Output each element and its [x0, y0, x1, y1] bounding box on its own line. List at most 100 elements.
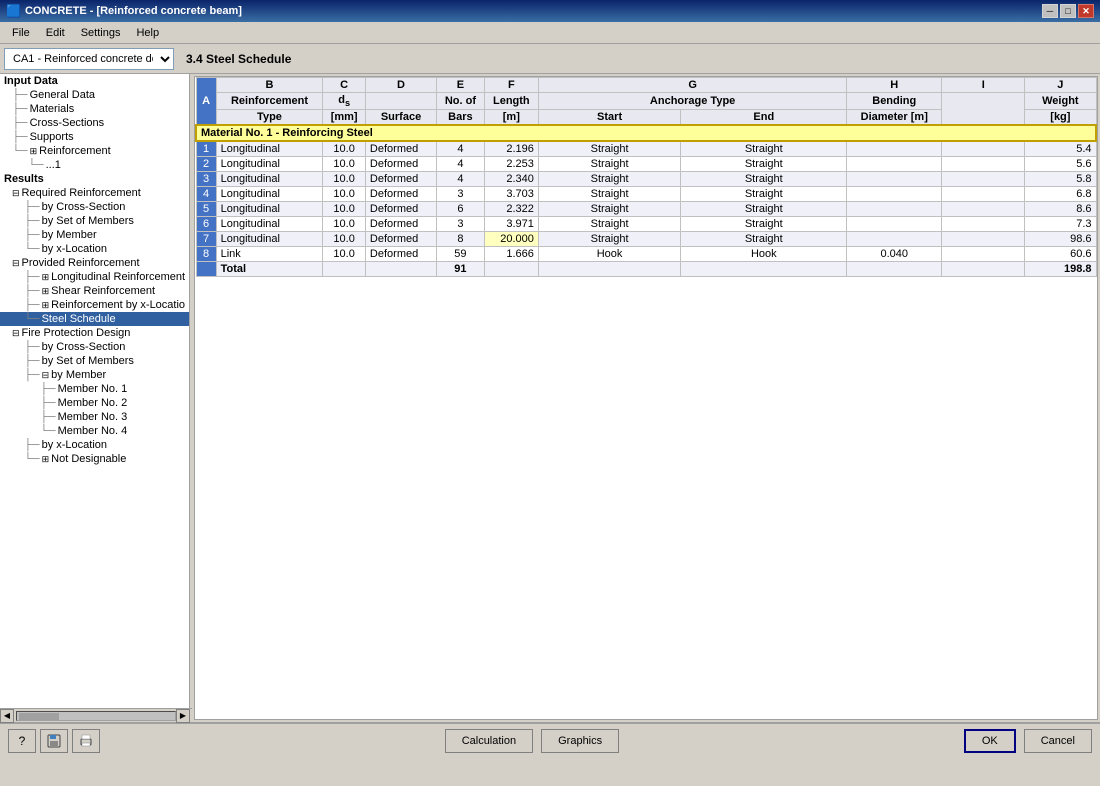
tree-fire-by-member[interactable]: ├─⊟by Member: [0, 368, 189, 382]
tree-member-1[interactable]: ├─Member No. 1: [0, 382, 189, 396]
table-row[interactable]: 8 Link 10.0 Deformed 59 1.666 Hook Hook …: [196, 247, 1096, 262]
row6-end: Straight: [681, 217, 847, 232]
help-btn[interactable]: ?: [8, 729, 36, 753]
menu-edit[interactable]: Edit: [38, 25, 73, 41]
row2-weight: 5.6: [1025, 157, 1096, 172]
row8-weight: 60.6: [1025, 247, 1096, 262]
row5-item: 5: [196, 202, 216, 217]
row8-start: Hook: [538, 247, 680, 262]
menu-file[interactable]: File: [4, 25, 38, 41]
row4-length: 3.703: [484, 187, 538, 202]
scroll-right-btn[interactable]: ▶: [176, 709, 190, 723]
save-btn[interactable]: [40, 729, 68, 753]
case-dropdown[interactable]: CA1 - Reinforced concrete desi...: [4, 48, 174, 70]
col-e-header: E: [437, 78, 485, 93]
row6-type: Longitudinal: [216, 217, 323, 232]
col-h-label: Bending: [847, 93, 942, 110]
ok-btn[interactable]: OK: [964, 729, 1016, 753]
table-row[interactable]: 4 Longitudinal 10.0 Deformed 3 3.703 Str…: [196, 187, 1096, 202]
tree-longitudinal[interactable]: ├─⊞Longitudinal Reinforcement: [0, 270, 189, 284]
row3-end: Straight: [681, 172, 847, 187]
scroll-left-btn[interactable]: ◀: [0, 709, 14, 723]
row8-type: Link: [216, 247, 323, 262]
tree-member-4[interactable]: └─Member No. 4: [0, 424, 189, 438]
tree-fire-by-set-members[interactable]: ├─by Set of Members: [0, 354, 189, 368]
tree-reinf-by-x[interactable]: ├─⊞Reinforcement by x-Locatio: [0, 298, 189, 312]
row8-length: 1.666: [484, 247, 538, 262]
tree-shear[interactable]: ├─⊞Shear Reinforcement: [0, 284, 189, 298]
row1-start: Straight: [538, 141, 680, 157]
save-icon: [47, 734, 61, 748]
row5-bending: [847, 202, 942, 217]
tree-reinforcement-1[interactable]: └─...1: [0, 158, 189, 172]
tree-materials[interactable]: ├─Materials: [0, 102, 189, 116]
menu-settings[interactable]: Settings: [73, 25, 129, 41]
graphics-btn[interactable]: Graphics: [541, 729, 619, 753]
col-f-header: F: [484, 78, 538, 93]
calculation-btn[interactable]: Calculation: [445, 729, 533, 753]
print-btn[interactable]: [72, 729, 100, 753]
tree-req-by-cross-section[interactable]: ├─by Cross-Section: [0, 200, 189, 214]
col-h-sub: Diameter [m]: [847, 110, 942, 126]
row2-bars: 4: [437, 157, 485, 172]
total-h: [847, 262, 942, 277]
col-f-sub: [m]: [484, 110, 538, 126]
row3-bending: [847, 172, 942, 187]
tree-supports[interactable]: ├─Supports: [0, 130, 189, 144]
row4-empty: [942, 187, 1025, 202]
row7-empty: [942, 232, 1025, 247]
row6-item: 6: [196, 217, 216, 232]
table-row[interactable]: 1 Longitudinal 10.0 Deformed 4 2.196 Str…: [196, 141, 1096, 157]
table-row[interactable]: 5 Longitudinal 10.0 Deformed 6 2.322 Str…: [196, 202, 1096, 217]
row4-start: Straight: [538, 187, 680, 202]
row3-surface: Deformed: [365, 172, 436, 187]
row2-length: 2.253: [484, 157, 538, 172]
row3-start: Straight: [538, 172, 680, 187]
tree-fire-by-x[interactable]: ├─by x-Location: [0, 438, 189, 452]
row3-weight: 5.8: [1025, 172, 1096, 187]
table-row[interactable]: 3 Longitudinal 10.0 Deformed 4 2.340 Str…: [196, 172, 1096, 187]
table-row[interactable]: 2 Longitudinal 10.0 Deformed 4 2.253 Str…: [196, 157, 1096, 172]
tree-member-2[interactable]: ├─Member No. 2: [0, 396, 189, 410]
tree-reinforcement[interactable]: └─⊞Reinforcement: [0, 144, 189, 158]
tree-req-by-x-location[interactable]: └─by x-Location: [0, 242, 189, 256]
scroll-thumb[interactable]: [19, 713, 59, 721]
cancel-btn[interactable]: Cancel: [1024, 729, 1092, 753]
row3-type: Longitudinal: [216, 172, 323, 187]
row1-weight: 5.4: [1025, 141, 1096, 157]
scroll-track[interactable]: [16, 711, 176, 721]
maximize-btn[interactable]: □: [1060, 4, 1076, 18]
tree-member-3[interactable]: ├─Member No. 3: [0, 410, 189, 424]
row7-end: Straight: [681, 232, 847, 247]
col-b-sub: Type: [216, 110, 323, 126]
total-label-cell: [196, 262, 216, 277]
tree-steel-schedule[interactable]: └─Steel Schedule: [0, 312, 189, 326]
table-row[interactable]: 6 Longitudinal 10.0 Deformed 3 3.971 Str…: [196, 217, 1096, 232]
total-c: [323, 262, 366, 277]
menu-help[interactable]: Help: [128, 25, 167, 41]
tree-provided-reinforcement[interactable]: ⊟Provided Reinforcement: [0, 256, 189, 270]
close-btn[interactable]: ✕: [1078, 4, 1094, 18]
row4-item: 4: [196, 187, 216, 202]
tree-req-by-member[interactable]: ├─by Member: [0, 228, 189, 242]
tree-fire-protection[interactable]: ⊟Fire Protection Design: [0, 326, 189, 340]
col-j-sub: [kg]: [1025, 110, 1096, 126]
row2-item: 2: [196, 157, 216, 172]
title-bar: 🟦 CONCRETE - [Reinforced concrete beam] …: [0, 0, 1100, 22]
col-c-label: ds: [323, 93, 366, 110]
tree-required-reinforcement[interactable]: ⊟Required Reinforcement: [0, 186, 189, 200]
col-f-label: Length: [484, 93, 538, 110]
tree-fire-by-cross-section[interactable]: ├─by Cross-Section: [0, 340, 189, 354]
table-row[interactable]: 7 Longitudinal 10.0 Deformed 8 20.000 St…: [196, 232, 1096, 247]
row4-weight: 6.8: [1025, 187, 1096, 202]
minimize-btn[interactable]: ─: [1042, 4, 1058, 18]
tree-cross-sections[interactable]: ├─Cross-Sections: [0, 116, 189, 130]
tree-req-by-set-members[interactable]: ├─by Set of Members: [0, 214, 189, 228]
tree-general-data[interactable]: ├─General Data: [0, 88, 189, 102]
col-h-header: H: [847, 78, 942, 93]
tree-not-designable[interactable]: └─⊞Not Designable: [0, 452, 189, 466]
row7-type: Longitudinal: [216, 232, 323, 247]
row5-weight: 8.6: [1025, 202, 1096, 217]
menu-bar: File Edit Settings Help: [0, 22, 1100, 44]
row8-item: 8: [196, 247, 216, 262]
